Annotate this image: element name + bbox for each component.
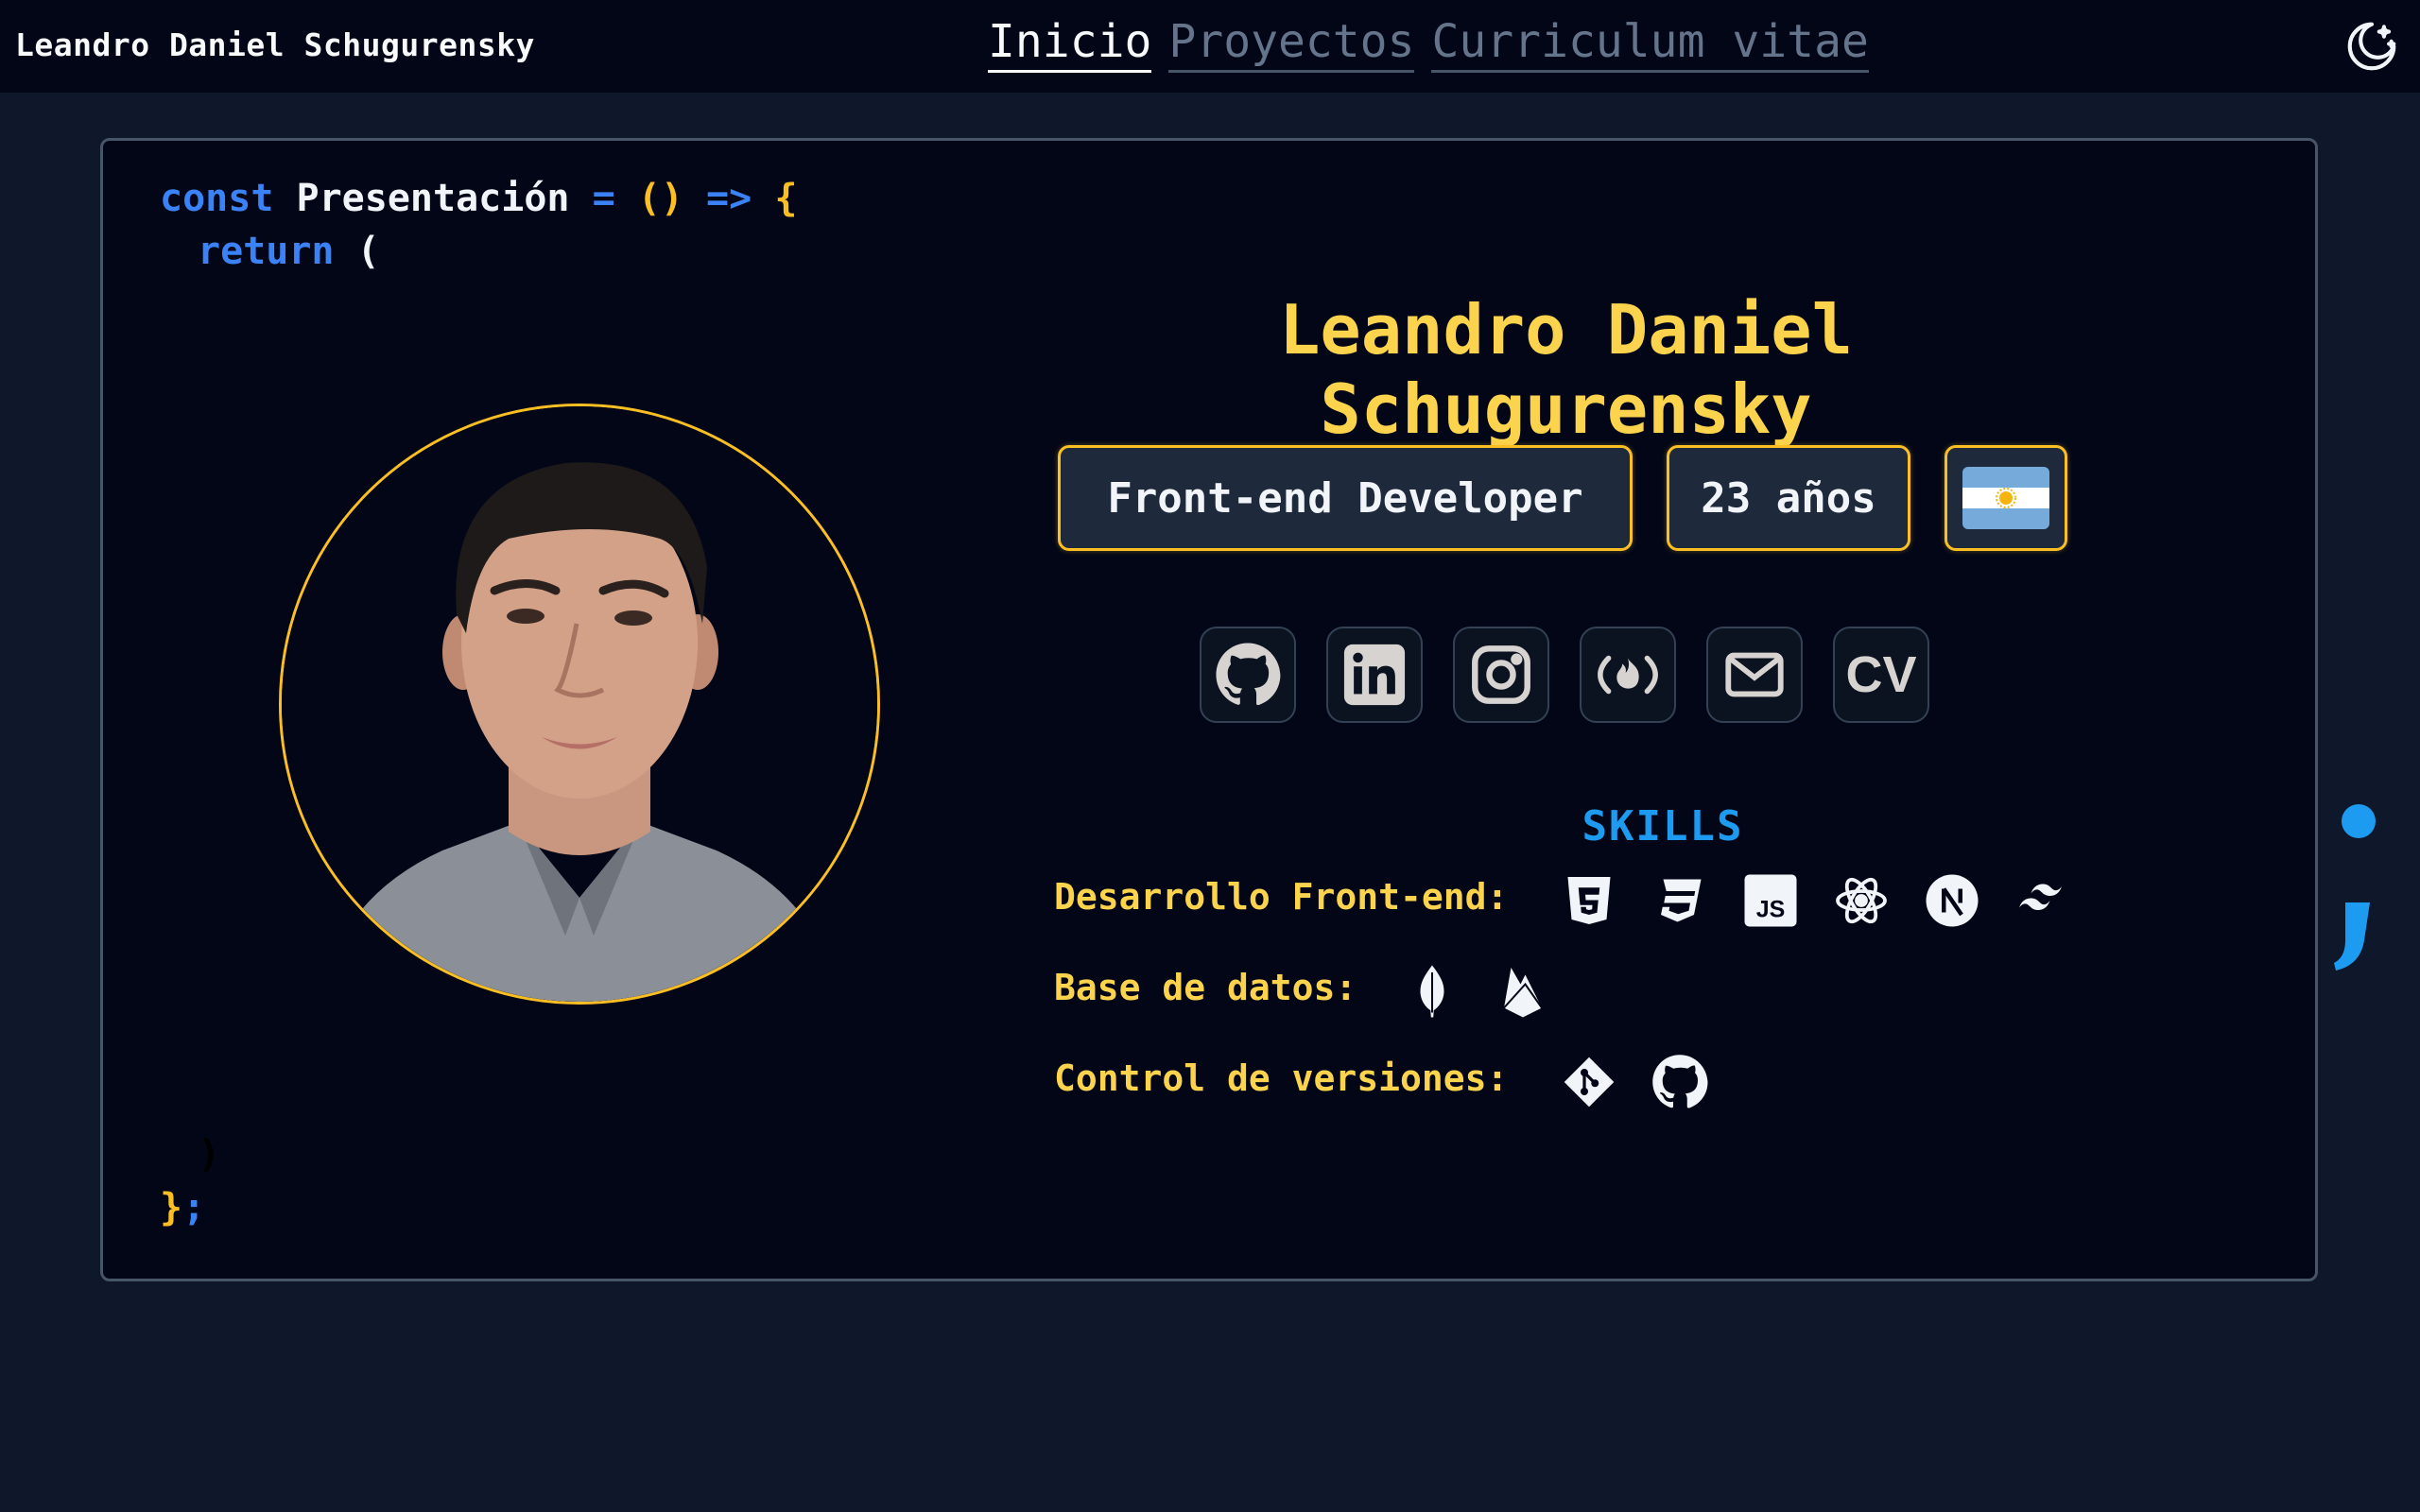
mongodb-icon — [1420, 965, 1444, 1018]
navbar: Leandro Daniel Schugurensky Inicio Proye… — [0, 0, 2420, 93]
skill-label-version-control: Control de versiones: — [1054, 1057, 1509, 1099]
code-component-name: Presentación — [296, 177, 570, 220]
instagram-icon — [1472, 645, 1530, 704]
age-badge: 23 años — [1667, 445, 1910, 551]
decorative-semicolon-comma — [2334, 902, 2370, 971]
code-close-paren: ) — [198, 1133, 221, 1177]
css3-icon — [1661, 879, 1702, 922]
code-line-close: }; — [160, 1186, 205, 1229]
nextjs-icon — [1926, 874, 1979, 927]
javascript-icon: JS — [1744, 874, 1797, 927]
code-open-brace: { — [774, 177, 798, 220]
profile-name: Leandro Daniel Schugurensky — [1279, 290, 1853, 449]
argentina-flag-icon — [1962, 467, 2049, 529]
nav-link-curriculum[interactable]: Curriculum vitae — [1431, 15, 1869, 73]
github-link[interactable] — [1200, 627, 1296, 723]
role-badge: Front-end Developer — [1058, 445, 1633, 551]
linkedin-icon — [1343, 644, 1406, 706]
cv-link[interactable]: CV — [1833, 627, 1929, 723]
code-parens: () — [637, 177, 683, 220]
code-close-brace: } — [160, 1186, 183, 1229]
react-icon — [1836, 877, 1887, 924]
linkedin-link[interactable] — [1326, 627, 1423, 723]
firebase-icon — [1503, 968, 1543, 1018]
presentation-card: const Presentación = () => { return ( ) … — [100, 138, 2376, 1281]
tailwind-icon — [2019, 884, 2062, 910]
skill-label-frontend: Desarrollo Front-end: — [1054, 876, 1509, 918]
cv-icon: CV — [1845, 646, 1917, 703]
mail-link[interactable] — [1706, 627, 1803, 723]
code-line-const: const Presentación = () => { — [160, 177, 797, 220]
brand-name[interactable]: Leandro Daniel Schugurensky — [15, 26, 535, 63]
github-icon — [1216, 643, 1281, 706]
freecodecamp-link[interactable] — [1580, 627, 1676, 723]
nav-link-proyectos[interactable]: Proyectos — [1168, 15, 1415, 73]
git-icon — [1564, 1057, 1615, 1108]
mail-icon — [1725, 652, 1784, 697]
profile-photo-illustration — [282, 406, 877, 1002]
code-line-return: return ( — [198, 230, 380, 273]
instagram-link[interactable] — [1453, 627, 1549, 723]
skills-title: SKILLS — [1582, 802, 1744, 850]
moon-stars-icon[interactable] — [2342, 17, 2401, 76]
html5-icon — [1567, 877, 1611, 924]
skill-label-database: Base de datos: — [1054, 967, 1357, 1008]
profile-photo — [279, 404, 880, 1005]
nav-link-inicio[interactable]: Inicio — [988, 15, 1152, 73]
code-keyword-const: const — [160, 177, 274, 220]
code-equals: = — [592, 177, 615, 220]
decorative-semicolon-dot — [2342, 804, 2376, 838]
github-icon — [1652, 1055, 1708, 1108]
code-keyword-return: return — [198, 230, 335, 273]
country-badge — [1945, 445, 2067, 551]
code-semicolon: ; — [182, 1186, 206, 1229]
code-open-paren: ( — [356, 230, 380, 273]
nav-links: Inicio Proyectos Curriculum vitae — [988, 15, 1869, 73]
svg-text:JS: JS — [1756, 897, 1786, 923]
freecodecamp-icon — [1598, 655, 1658, 695]
code-arrow: => — [706, 177, 752, 220]
